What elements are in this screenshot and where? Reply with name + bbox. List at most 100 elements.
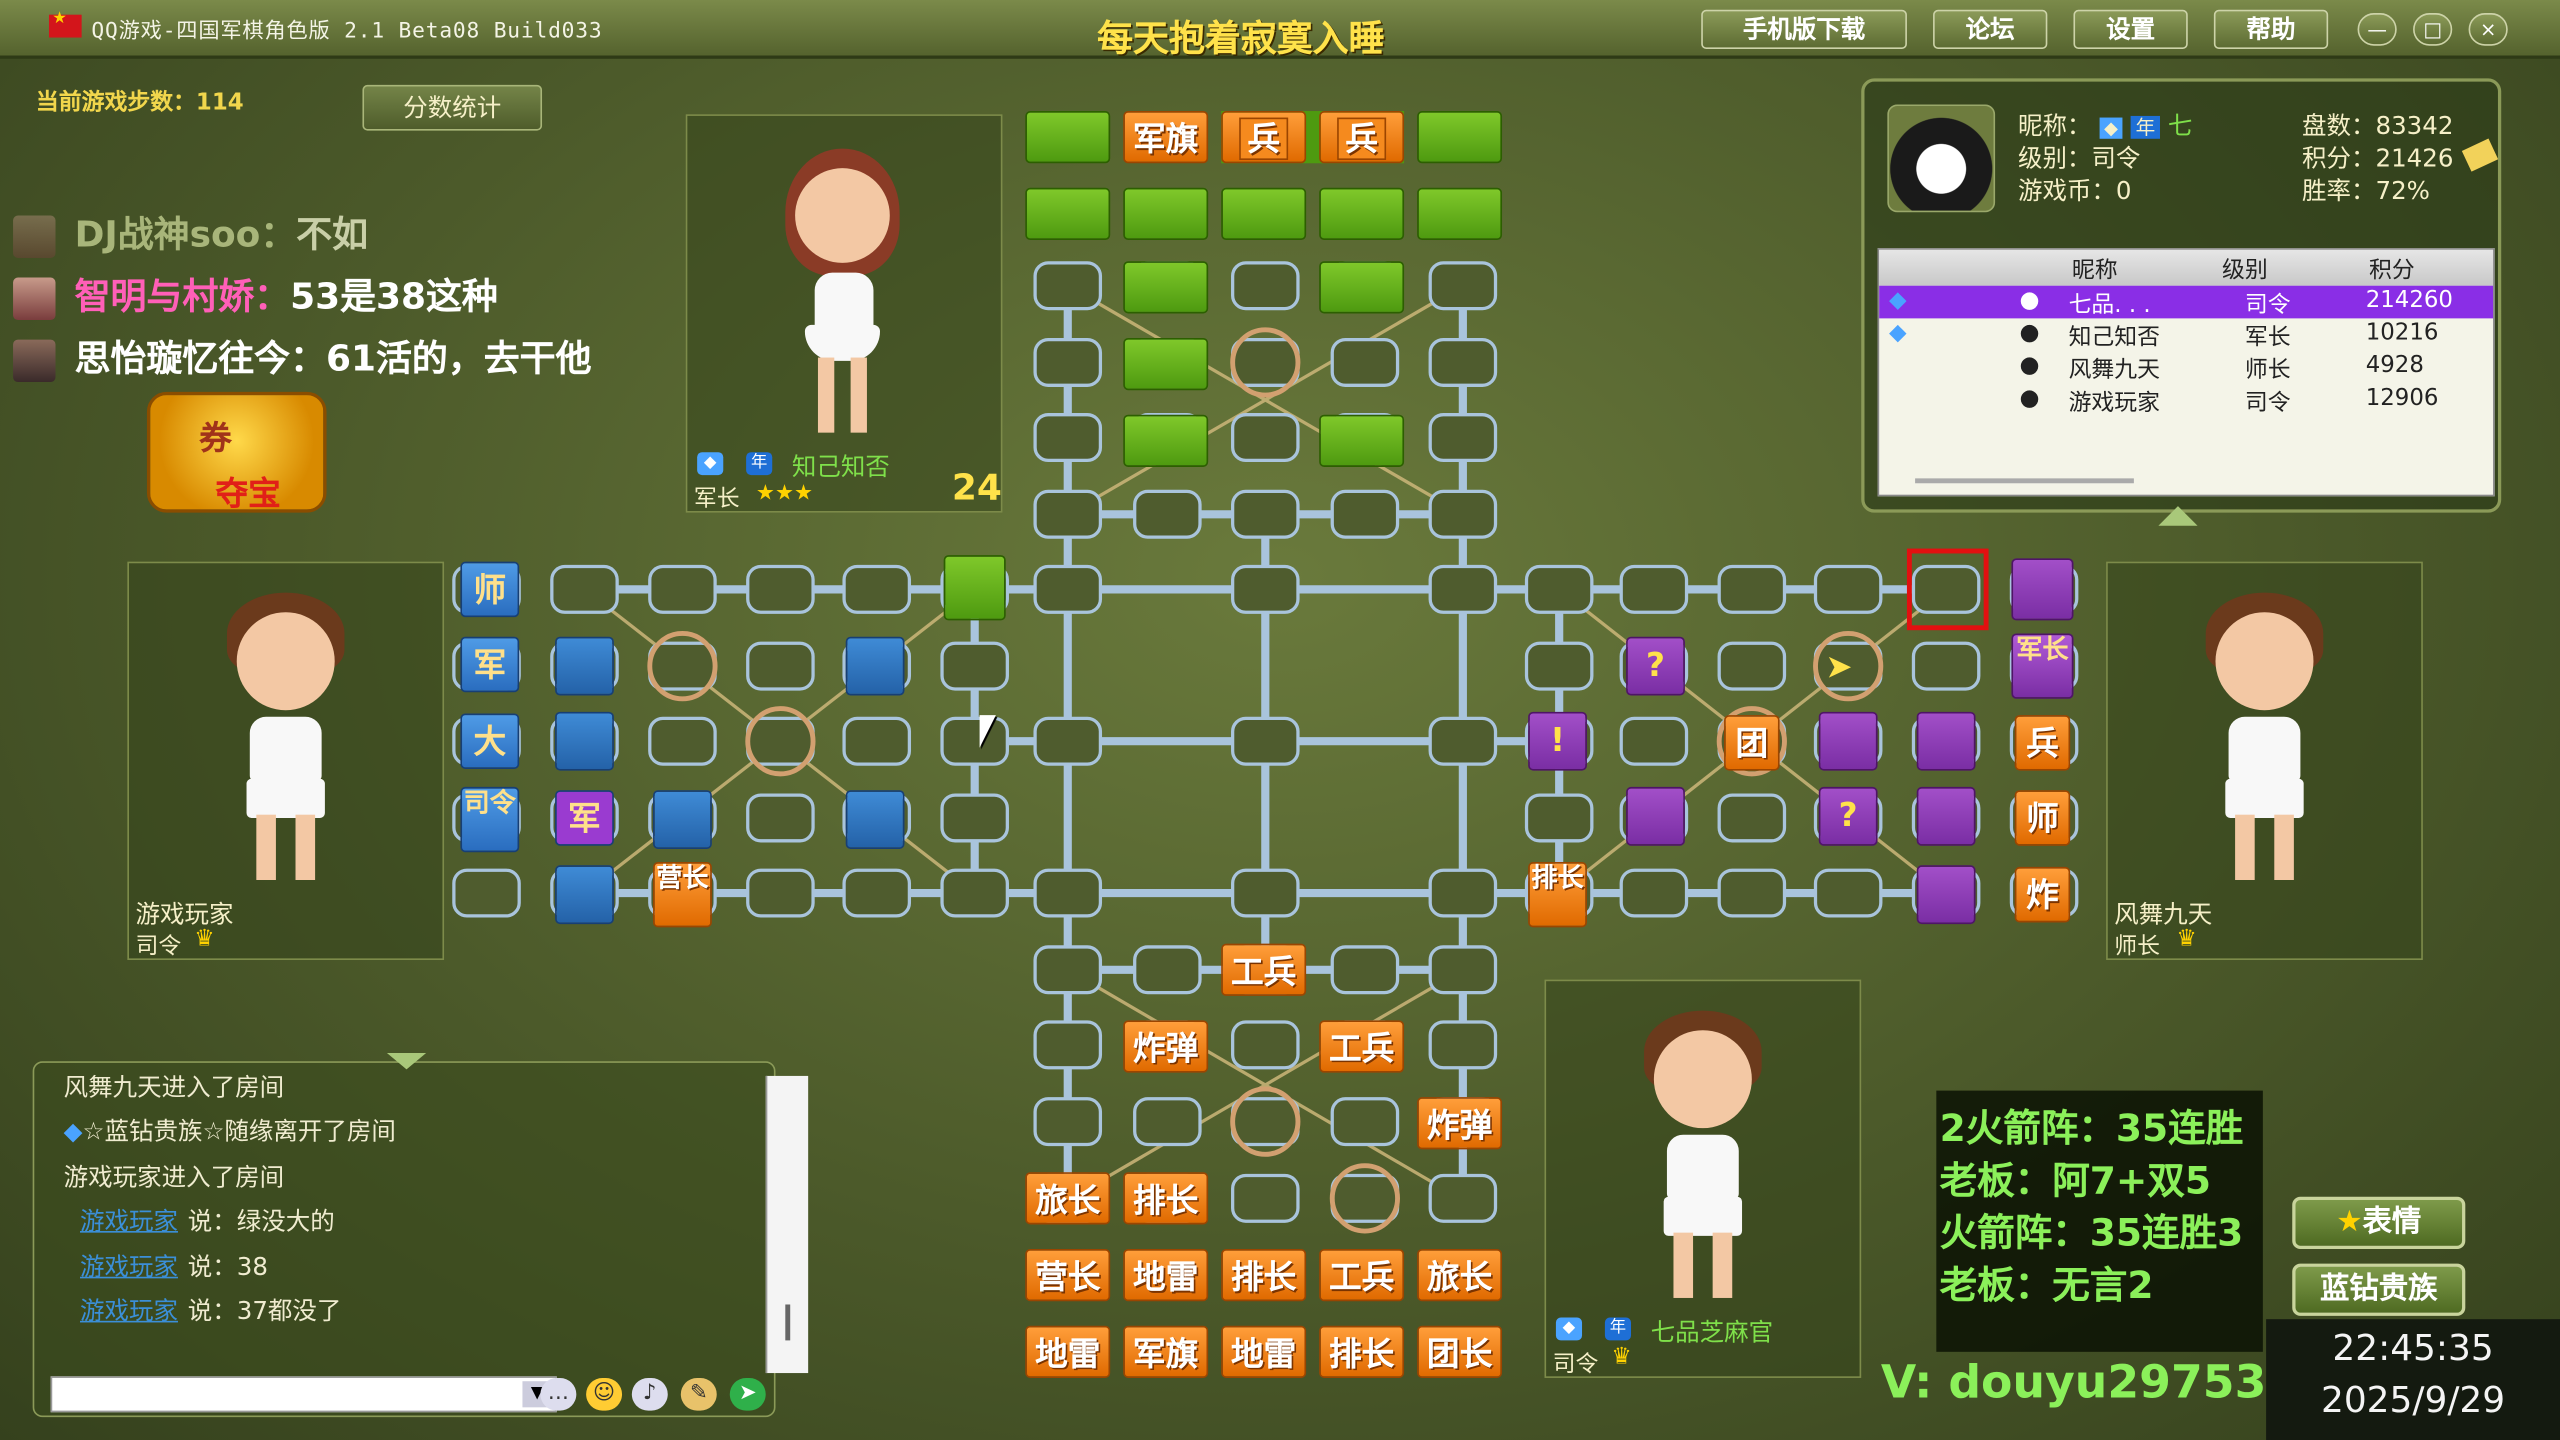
- board-piece[interactable]: !: [1528, 711, 1587, 771]
- board-slot[interactable]: [648, 641, 717, 691]
- board-piece[interactable]: 地雷: [1221, 1325, 1307, 1378]
- board-slot[interactable]: [1428, 1173, 1498, 1223]
- board-slot[interactable]: [1033, 413, 1103, 463]
- player-card-right[interactable]: 风舞九天 师长 ♛: [2106, 561, 2423, 960]
- tool-icon[interactable]: ✎: [680, 1377, 717, 1411]
- board-piece[interactable]: 炸弹: [1123, 1020, 1209, 1073]
- board-slot[interactable]: [1524, 793, 1594, 843]
- board-piece[interactable]: [1417, 187, 1503, 240]
- board-slot[interactable]: [1330, 945, 1400, 995]
- board-piece[interactable]: [1123, 261, 1209, 314]
- board-piece[interactable]: [845, 636, 905, 696]
- board-piece[interactable]: 炸: [2014, 866, 2071, 923]
- board-slot[interactable]: [1717, 868, 1787, 918]
- board-slot[interactable]: [940, 793, 1009, 843]
- board-slot[interactable]: [1231, 489, 1300, 539]
- board-slot[interactable]: [746, 868, 815, 918]
- board-slot[interactable]: [1813, 564, 1883, 614]
- blue-diamond-button[interactable]: 蓝钻贵族: [2292, 1263, 2466, 1316]
- board-slot[interactable]: [746, 564, 815, 614]
- board-slot[interactable]: [1911, 641, 1981, 691]
- board-piece[interactable]: [555, 636, 614, 696]
- board-slot[interactable]: [1033, 945, 1103, 995]
- board-slot[interactable]: [1033, 489, 1103, 539]
- board-slot[interactable]: [1033, 337, 1103, 387]
- board-slot[interactable]: [1133, 945, 1202, 995]
- board-slot[interactable]: [1619, 716, 1689, 766]
- board-slot[interactable]: [1330, 1097, 1400, 1147]
- board-piece[interactable]: 大: [460, 713, 520, 769]
- table-row[interactable]: ◆ ● 七品. . . 司令 214260: [1879, 285, 2494, 319]
- board-piece[interactable]: 排长: [1528, 862, 1587, 928]
- board-slot[interactable]: [940, 716, 1009, 766]
- board-slot[interactable]: [940, 641, 1009, 691]
- board-slot[interactable]: [1619, 564, 1689, 614]
- board-piece[interactable]: [1319, 261, 1405, 314]
- board-piece[interactable]: [1626, 786, 1685, 846]
- chat-scrollbar[interactable]: [765, 1075, 809, 1374]
- board-piece[interactable]: [1916, 711, 1976, 771]
- board-piece[interactable]: 团: [1724, 715, 1780, 771]
- player-card-top[interactable]: ◆ 年 知己知否 军长 ★★★ 24: [685, 114, 1003, 513]
- eraser-icon[interactable]: [2461, 138, 2499, 172]
- board-slot[interactable]: [1717, 793, 1787, 843]
- chat-bubble-icon[interactable]: …: [540, 1377, 577, 1411]
- board-slot[interactable]: [1428, 945, 1498, 995]
- board-piece[interactable]: 地雷: [1123, 1248, 1209, 1302]
- board-piece[interactable]: 军: [555, 790, 614, 846]
- collapse-arrow-icon[interactable]: [2158, 506, 2198, 526]
- board-slot[interactable]: [1231, 716, 1300, 766]
- board-slot[interactable]: [1428, 337, 1498, 387]
- board-piece[interactable]: 军长: [2011, 633, 2074, 699]
- board-piece[interactable]: [1818, 711, 1878, 771]
- board-piece[interactable]: [943, 555, 1006, 621]
- board-piece[interactable]: 兵: [1221, 111, 1307, 164]
- board-piece[interactable]: 地雷: [1025, 1325, 1111, 1378]
- board-slot[interactable]: [1717, 641, 1787, 691]
- board-slot[interactable]: [648, 564, 717, 614]
- board-piece[interactable]: 兵: [2014, 715, 2071, 771]
- smiley-icon[interactable]: ☺: [586, 1377, 623, 1411]
- board-slot[interactable]: [1619, 868, 1689, 918]
- board-slot[interactable]: [1033, 1020, 1103, 1070]
- board-slot[interactable]: [1231, 564, 1300, 614]
- board-slot[interactable]: [1330, 1173, 1400, 1223]
- board-piece[interactable]: 师: [2014, 790, 2071, 846]
- board-piece[interactable]: 师: [460, 561, 520, 618]
- board-piece[interactable]: [1025, 111, 1111, 164]
- board-slot[interactable]: [1033, 868, 1103, 918]
- board-piece[interactable]: [1123, 187, 1209, 240]
- board-piece[interactable]: 军: [460, 636, 520, 693]
- board-slot[interactable]: [1524, 641, 1594, 691]
- chat-user-link[interactable]: 游戏玩家: [80, 1207, 178, 1236]
- board-slot[interactable]: [1428, 261, 1498, 311]
- board-slot[interactable]: [940, 868, 1009, 918]
- board-slot[interactable]: [1231, 337, 1300, 387]
- selected-cell[interactable]: [1906, 548, 1989, 631]
- board-piece[interactable]: 司令: [460, 786, 520, 853]
- board-piece[interactable]: [1221, 187, 1307, 240]
- board-slot[interactable]: [1330, 337, 1400, 387]
- board-piece[interactable]: 排长: [1221, 1248, 1307, 1302]
- board-slot[interactable]: [1428, 868, 1498, 918]
- board-piece[interactable]: 营长: [653, 862, 712, 928]
- board-slot[interactable]: [1813, 868, 1883, 918]
- board-piece[interactable]: [1417, 111, 1503, 164]
- table-row[interactable]: ● 风舞九天 师长 4928: [1879, 351, 2493, 384]
- board-slot[interactable]: [1428, 489, 1498, 539]
- board-piece[interactable]: 军旗: [1123, 1325, 1209, 1378]
- board-piece[interactable]: [555, 865, 614, 925]
- board-piece[interactable]: [653, 790, 712, 849]
- board-slot[interactable]: [1033, 564, 1103, 614]
- board-slot[interactable]: [1428, 716, 1498, 766]
- board-piece[interactable]: [845, 790, 905, 849]
- board-slot[interactable]: [1231, 1173, 1300, 1223]
- board-piece[interactable]: 排长: [1123, 1172, 1209, 1225]
- board-slot[interactable]: [842, 868, 912, 918]
- board-piece[interactable]: 团长: [1417, 1325, 1503, 1378]
- board-piece[interactable]: [2011, 558, 2074, 621]
- board-slot[interactable]: [1133, 489, 1202, 539]
- board-slot[interactable]: [648, 716, 717, 766]
- board-slot[interactable]: [1033, 716, 1103, 766]
- board-slot[interactable]: [1133, 1097, 1202, 1147]
